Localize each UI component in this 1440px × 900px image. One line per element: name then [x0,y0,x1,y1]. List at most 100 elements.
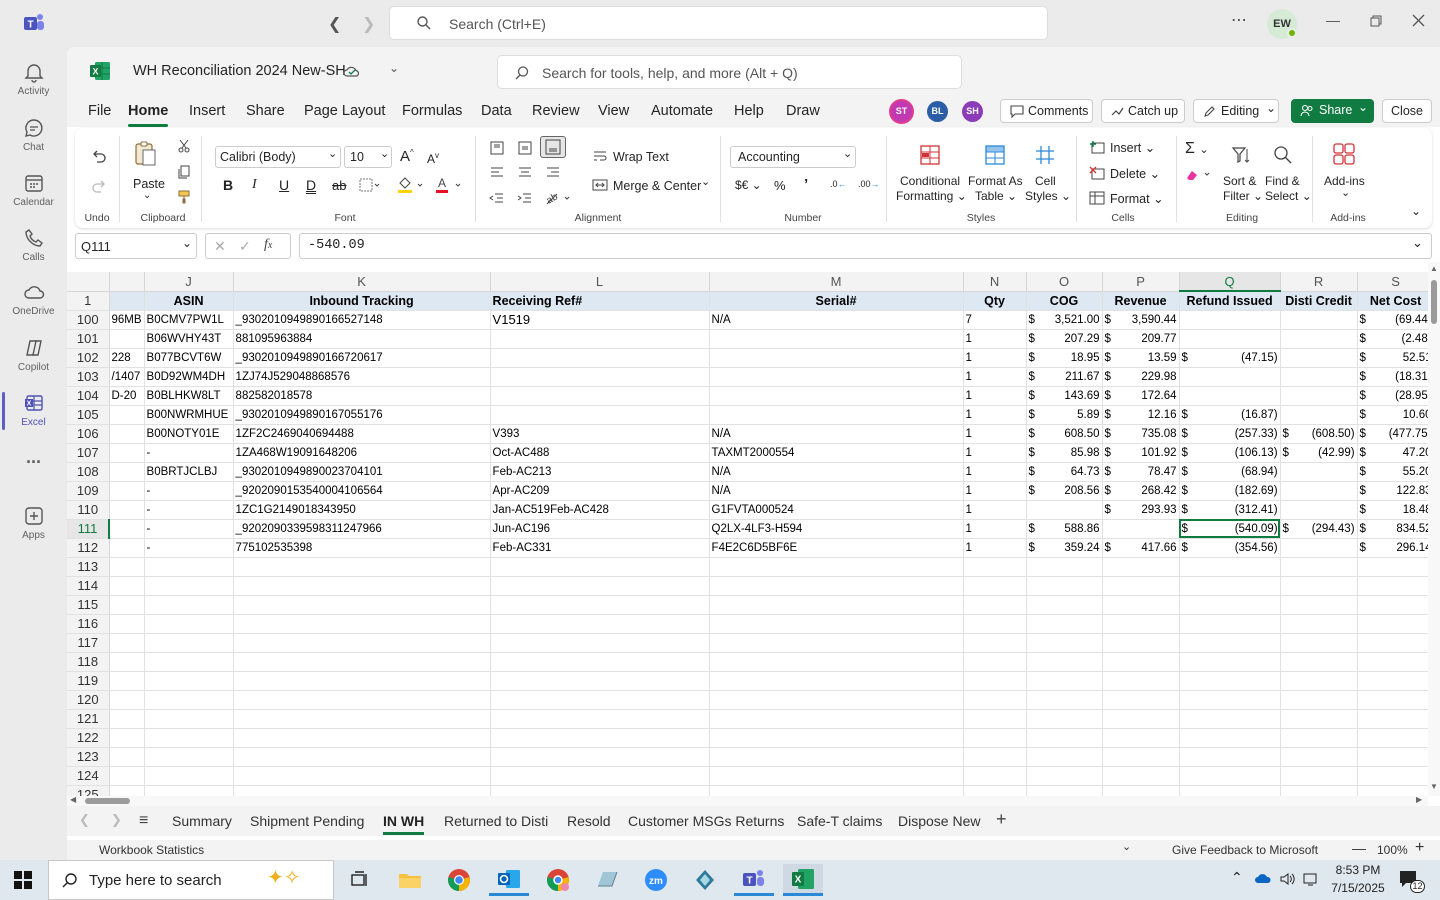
file-name[interactable]: WH Reconciliation 2024 New-SH [133,63,346,79]
row-header[interactable]: 111 [67,519,110,539]
vpn-client-icon[interactable] [685,864,725,896]
table-cell[interactable] [1280,462,1358,482]
table-cell[interactable] [109,500,145,520]
column-header[interactable]: R [1280,272,1358,292]
column-header[interactable]: L [490,272,710,292]
add-sheet-icon[interactable]: + [996,809,1007,830]
table-cell[interactable]: 1 [963,462,1027,482]
cut-icon[interactable] [177,139,191,153]
table-cell[interactable] [1179,633,1281,653]
collaborator-avatar[interactable]: ST [889,99,914,124]
table-cell[interactable]: $ (2.48) [1357,329,1435,349]
horizontal-scroll-thumb[interactable] [85,798,130,804]
table-cell[interactable] [709,595,964,615]
table-header-cell[interactable]: Inbound Tracking [233,291,491,311]
find-select-icon[interactable] [1272,144,1294,166]
vertical-scrollbar[interactable]: ▲ ▼ [1428,262,1440,796]
cloud-saved-icon[interactable] [343,63,361,79]
scroll-up-arrow-icon[interactable]: ▲ [1430,264,1438,273]
table-cell[interactable] [109,785,145,796]
align-top-icon[interactable] [489,140,505,156]
table-cell[interactable]: B00NWRMHUE [144,405,234,425]
table-cell[interactable] [1102,519,1180,539]
table-cell[interactable] [1179,367,1281,387]
table-cell[interactable] [709,576,964,596]
table-cell[interactable]: - [144,519,234,539]
sort-filter-icon[interactable] [1230,144,1252,166]
table-cell[interactable]: N/A [709,424,964,444]
table-cell[interactable]: _9202090153540004106564 [233,481,491,501]
table-cell[interactable] [709,785,964,796]
table-cell[interactable]: $ (47.15) [1179,348,1281,368]
decrease-indent-icon[interactable] [489,191,505,205]
table-cell[interactable] [1026,557,1103,577]
table-cell[interactable] [1280,595,1358,615]
table-cell[interactable] [233,557,491,577]
wrap-text-icon[interactable] [592,149,608,163]
table-cell[interactable]: $ (16.87) [1179,405,1281,425]
table-cell[interactable] [1280,367,1358,387]
decrease-decimal-icon[interactable]: .00→ [858,179,880,189]
table-cell[interactable]: 1 [963,386,1027,406]
table-cell[interactable] [1280,728,1358,748]
table-cell[interactable] [1026,652,1103,672]
insert-function-icon[interactable]: fx [264,237,272,253]
name-box[interactable]: Q111 ⌄ [75,233,197,259]
table-cell[interactable] [1280,766,1358,786]
column-header[interactable]: Q [1179,272,1281,292]
clock-date[interactable]: 7/15/2025 [1328,881,1388,895]
table-cell[interactable]: $172.64 [1102,386,1180,406]
table-cell[interactable] [1102,766,1180,786]
table-cell[interactable] [1026,595,1103,615]
table-cell[interactable] [233,690,491,710]
table-header-cell[interactable]: Net Cost [1357,291,1435,311]
redo-icon[interactable] [91,178,107,194]
table-cell[interactable] [233,614,491,634]
double-underline-icon[interactable]: D [306,177,316,193]
forward-arrow-icon[interactable]: ❯ [362,14,375,34]
table-cell[interactable]: _9302010949890166527148 [233,310,491,330]
table-cell[interactable] [1357,614,1435,634]
table-cell[interactable]: B0D92WM4DH [144,367,234,387]
undo-icon[interactable] [91,148,107,164]
table-cell[interactable] [1357,595,1435,615]
horizontal-scrollbar[interactable]: ◀ ▶ [67,795,1428,806]
table-cell[interactable] [1280,671,1358,691]
table-cell[interactable] [709,652,964,672]
teams-taskbar-icon[interactable]: T [734,864,774,896]
confirm-edit-icon[interactable]: ✓ [239,238,251,255]
table-cell[interactable] [144,709,234,729]
scroll-down-arrow-icon[interactable]: ▼ [1430,782,1438,791]
table-cell[interactable]: $417.66 [1102,538,1180,558]
table-cell[interactable] [144,633,234,653]
table-cell[interactable] [490,614,710,634]
sheet-tab-in-wh[interactable]: IN WH [383,813,425,835]
table-cell[interactable] [490,747,710,767]
number-format-dropdown[interactable]: Accounting ⌄ [730,146,856,168]
previous-sheet-icon[interactable]: ❮ [79,812,90,828]
font-size-dropdown[interactable]: 10 ⌄ [344,146,392,168]
table-cell[interactable] [709,367,964,387]
table-cell[interactable]: $52.51 [1357,348,1435,368]
table-cell[interactable] [963,652,1027,672]
chrome-profile-icon[interactable] [538,864,578,896]
table-cell[interactable]: $85.98 [1026,443,1103,463]
table-cell[interactable] [1026,690,1103,710]
table-cell[interactable]: $3,521.00 [1026,310,1103,330]
tab-draw[interactable]: Draw [786,103,820,119]
table-cell[interactable] [1026,671,1103,691]
table-cell[interactable] [1026,633,1103,653]
table-cell[interactable] [1102,690,1180,710]
table-header-cell[interactable]: Disti Credit [1280,291,1358,311]
close-button[interactable]: Close [1382,99,1432,123]
table-cell[interactable]: $122.83 [1357,481,1435,501]
table-cell[interactable]: N/A [709,462,964,482]
table-cell[interactable]: $18.95 [1026,348,1103,368]
table-cell[interactable]: $ (18.31) [1357,367,1435,387]
table-cell[interactable]: $ (354.56) [1179,538,1281,558]
table-cell[interactable]: TAXMT2000554 [709,443,964,463]
table-cell[interactable] [709,348,964,368]
table-cell[interactable]: $ (608.50) [1280,424,1358,444]
clock-time[interactable]: 8:53 PM [1333,863,1383,877]
table-cell[interactable] [709,728,964,748]
